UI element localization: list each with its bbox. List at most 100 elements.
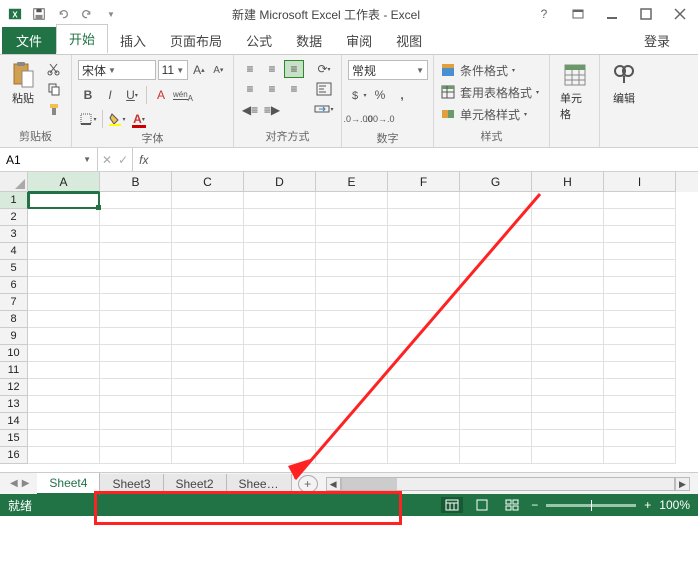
cell[interactable] (100, 328, 172, 345)
cell[interactable] (28, 226, 100, 243)
cell[interactable] (28, 379, 100, 396)
cell[interactable] (388, 413, 460, 430)
cell[interactable] (100, 294, 172, 311)
decrease-indent-icon[interactable]: ◀≡ (240, 101, 260, 119)
cell[interactable] (604, 311, 676, 328)
cut-icon[interactable] (44, 60, 64, 78)
cell[interactable] (460, 379, 532, 396)
zoom-slider[interactable] (546, 504, 636, 507)
scroll-track[interactable] (341, 477, 675, 491)
cell[interactable] (604, 362, 676, 379)
cell[interactable] (532, 430, 604, 447)
cell[interactable] (172, 413, 244, 430)
cell[interactable] (532, 294, 604, 311)
cell[interactable] (316, 260, 388, 277)
cell[interactable] (172, 243, 244, 260)
cell[interactable] (388, 447, 460, 464)
number-format-combo[interactable]: 常规▼ (348, 60, 428, 80)
copy-icon[interactable] (44, 80, 64, 98)
row-header[interactable]: 10 (0, 345, 28, 362)
cell[interactable] (28, 294, 100, 311)
italic-icon[interactable]: I (100, 86, 120, 104)
cell[interactable] (460, 209, 532, 226)
cell[interactable] (388, 379, 460, 396)
decrease-font-icon[interactable]: A▾ (210, 61, 227, 79)
cell[interactable] (316, 430, 388, 447)
row-header[interactable]: 2 (0, 209, 28, 226)
col-header[interactable]: E (316, 172, 388, 192)
cell[interactable] (100, 260, 172, 277)
row-header[interactable]: 5 (0, 260, 28, 277)
cell[interactable] (316, 379, 388, 396)
cell[interactable] (604, 328, 676, 345)
cell[interactable] (388, 243, 460, 260)
cell[interactable] (244, 260, 316, 277)
format-painter-icon[interactable] (44, 100, 64, 118)
cell[interactable] (316, 396, 388, 413)
cell[interactable] (100, 396, 172, 413)
cell[interactable] (604, 345, 676, 362)
cell[interactable] (28, 192, 100, 209)
tab-view[interactable]: 视图 (384, 27, 434, 54)
scroll-right-icon[interactable]: ▶ (675, 477, 690, 491)
cell[interactable] (172, 260, 244, 277)
comma-icon[interactable]: , (392, 86, 412, 104)
row-header[interactable]: 9 (0, 328, 28, 345)
cell[interactable] (532, 209, 604, 226)
cell[interactable] (460, 362, 532, 379)
cell[interactable] (244, 226, 316, 243)
cell[interactable] (244, 192, 316, 209)
cell[interactable] (28, 209, 100, 226)
zoom-value[interactable]: 100% (659, 498, 690, 512)
cell[interactable] (532, 277, 604, 294)
cell[interactable] (604, 294, 676, 311)
cell[interactable] (532, 260, 604, 277)
cell[interactable] (172, 362, 244, 379)
cell[interactable] (460, 328, 532, 345)
cell[interactable] (604, 447, 676, 464)
zoom-in-icon[interactable]: + (644, 498, 651, 512)
cell[interactable] (244, 345, 316, 362)
cell[interactable] (100, 362, 172, 379)
underline-icon[interactable]: U▾ (122, 86, 142, 104)
cell[interactable] (532, 362, 604, 379)
cell[interactable] (244, 311, 316, 328)
wrap-text-icon[interactable] (312, 80, 336, 98)
tab-insert[interactable]: 插入 (108, 27, 158, 54)
excel-icon[interactable]: X (4, 3, 26, 25)
cell[interactable] (172, 311, 244, 328)
cell[interactable] (388, 345, 460, 362)
currency-icon[interactable]: $▾ (348, 86, 368, 104)
enter-icon[interactable]: ✓ (118, 153, 128, 167)
cell[interactable] (28, 396, 100, 413)
scroll-left-icon[interactable]: ◀ (326, 477, 341, 491)
cell[interactable] (244, 447, 316, 464)
cell[interactable] (172, 328, 244, 345)
cell[interactable] (172, 396, 244, 413)
tab-formulas[interactable]: 公式 (234, 27, 284, 54)
cell[interactable] (532, 226, 604, 243)
row-header[interactable]: 15 (0, 430, 28, 447)
col-header[interactable]: D (244, 172, 316, 192)
tab-home[interactable]: 开始 (56, 24, 108, 54)
cell[interactable] (388, 328, 460, 345)
cell[interactable] (316, 192, 388, 209)
cell[interactable] (28, 243, 100, 260)
maximize-icon[interactable] (632, 3, 660, 25)
cell[interactable] (532, 345, 604, 362)
name-box[interactable]: A1▼ (0, 148, 98, 171)
scroll-thumb[interactable] (342, 478, 397, 490)
sheet-prev-icon[interactable]: ◀ (10, 478, 18, 489)
cell[interactable] (388, 430, 460, 447)
cell[interactable] (172, 430, 244, 447)
sheet-tab[interactable]: Sheet4 (37, 473, 100, 495)
cell[interactable] (100, 311, 172, 328)
cancel-icon[interactable]: ✕ (102, 153, 112, 167)
cell[interactable] (28, 328, 100, 345)
horizontal-scrollbar[interactable]: ◀ ▶ (326, 477, 690, 491)
align-right-icon[interactable]: ≡ (284, 80, 304, 98)
cell[interactable] (460, 447, 532, 464)
col-header[interactable]: A (28, 172, 100, 192)
cell[interactable] (388, 226, 460, 243)
tab-review[interactable]: 审阅 (334, 27, 384, 54)
